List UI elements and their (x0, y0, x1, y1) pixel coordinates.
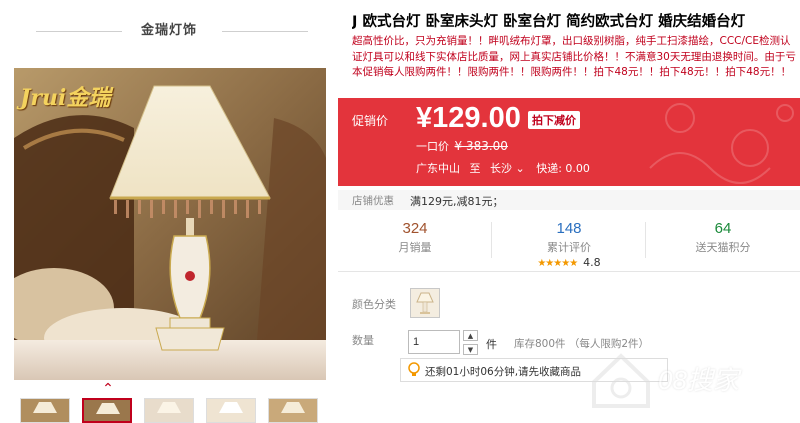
quantity-unit: 件 (486, 338, 497, 351)
lightbulb-icon (408, 362, 420, 376)
rating-row: ★★★★★ 4.8 (537, 255, 600, 269)
thumbnail-lamp-icon (84, 400, 130, 421)
product-subtitle: 超高性价比，只为充销量！！畔叽绒布灯罩，出口级别树脂，纯手工扫漆描绘，CCC/C… (352, 35, 796, 78)
thumbnail-selected[interactable] (82, 398, 132, 423)
chevron-down-icon: ⌄ (515, 162, 525, 175)
house-watermark-icon (592, 353, 650, 408)
quantity-input[interactable] (408, 330, 460, 354)
star-rating-icon: ★★★★★ (537, 258, 578, 269)
thumbnail[interactable] (206, 398, 256, 423)
gallery-panel: 金瑞灯饰 Jrui金瑞 ⌃ (0, 0, 338, 423)
shipping-fee: 快递: 0.00 (536, 162, 590, 175)
quantity-increase-icon[interactable]: ▲ (463, 330, 478, 341)
quantity-label: 数量 (352, 334, 374, 347)
lamp-swatch-icon (416, 292, 434, 314)
promo-price-label: 促销价 (352, 114, 389, 128)
store-coupon-row: 店铺优惠 满129元,减81元； (338, 190, 800, 210)
thumbnail[interactable] (268, 398, 318, 423)
ship-to-label: 至 (469, 162, 481, 175)
original-price-label: 一口价 (416, 140, 449, 153)
stat-monthly-sales: 324 月销量 (338, 214, 492, 272)
monthly-sales-label: 月销量 (398, 241, 432, 254)
original-price: ¥ 383.00 (454, 139, 508, 153)
promo-price: ¥129.00 (416, 102, 521, 134)
points-value: 64 (714, 220, 732, 237)
watermark-text: 08搜家 (658, 365, 739, 395)
site-watermark: 08搜家 (586, 344, 796, 414)
monthly-sales-value: 324 (402, 220, 428, 237)
shop-name[interactable]: 金瑞灯饰 (141, 23, 197, 38)
shipping-row: 广东中山 至 长沙 ⌄ 快递: 0.00 (416, 160, 590, 176)
coupon-text: 满129元,减81元； (410, 195, 504, 208)
thumbnail-lamp-icon (145, 399, 193, 422)
gallery-up-arrow-icon[interactable]: ⌃ (100, 382, 116, 396)
promo-price-box: 促销价 ¥129.00 拍下减价 一口价 ¥ 383.00 广东中山 至 长沙 … (338, 98, 800, 186)
thumbnail[interactable] (20, 398, 70, 423)
rating-score: 4.8 (583, 256, 601, 269)
ship-to-city: 长沙 (490, 162, 512, 175)
reminder-text: 还剩01小时06分钟,请先收藏商品 (425, 366, 582, 378)
thumbnail-lamp-icon (207, 399, 255, 422)
lamp-photo (14, 68, 326, 380)
shop-header: 金瑞灯饰 (0, 20, 338, 42)
color-label: 颜色分类 (352, 298, 396, 311)
product-info-panel: J 欧式台灯 卧室床头灯 卧室台灯 简约欧式台灯 婚庆结婚台灯 超高性价比，只为… (338, 0, 800, 423)
ship-to-select[interactable]: 长沙 ⌄ (490, 162, 525, 175)
discount-badge[interactable]: 拍下减价 (528, 111, 580, 129)
reviews-label: 累计评价 (547, 241, 591, 254)
thumbnail-lamp-icon (21, 399, 69, 422)
divider-left (36, 31, 122, 32)
decor-pattern-icon (649, 103, 794, 184)
brand-logo: Jrui金瑞 (20, 85, 111, 111)
divider-right (222, 31, 308, 32)
quantity-decrease-icon[interactable]: ▼ (463, 344, 478, 355)
stat-points: 64 送天猫积分 (646, 214, 800, 272)
stats-bar: 324 月销量 148 累计评价 ★★★★★ 4.8 64 送天猫积分 (338, 214, 800, 272)
color-option-row: 颜色分类 (352, 288, 792, 322)
ship-from: 广东中山 (416, 162, 460, 175)
product-title: J 欧式台灯 卧室床头灯 卧室台灯 简约欧式台灯 婚庆结婚台灯 (352, 14, 746, 30)
stat-reviews[interactable]: 148 累计评价 ★★★★★ 4.8 (492, 214, 646, 272)
original-price-row: 一口价 ¥ 383.00 (416, 138, 508, 154)
thumbnail-lamp-icon (269, 399, 317, 422)
color-option-swatch[interactable] (410, 288, 440, 318)
thumbnail[interactable] (144, 398, 194, 423)
thumbnail-strip (20, 398, 320, 423)
reviews-value: 148 (556, 220, 582, 237)
main-product-image[interactable]: Jrui金瑞 (14, 68, 326, 380)
points-label: 送天猫积分 (695, 241, 751, 254)
coupon-label: 店铺优惠 (352, 195, 394, 207)
